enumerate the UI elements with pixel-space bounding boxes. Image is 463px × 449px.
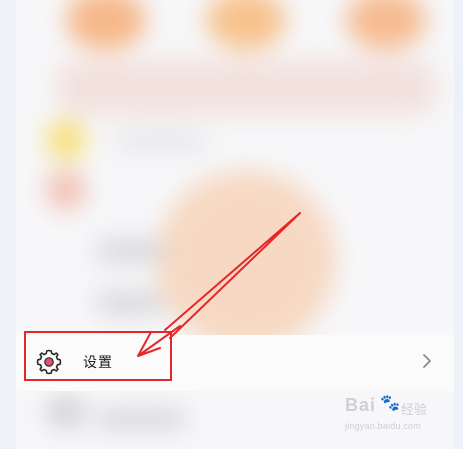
annotation-arrow xyxy=(137,212,301,357)
watermark-url: jingyan.baidu.com xyxy=(345,421,421,431)
watermark-sub: 经验 xyxy=(401,402,428,417)
watermark: Bai 🐾 经验 jingyan.baidu.com xyxy=(345,395,455,440)
paw-icon: 🐾 xyxy=(380,395,400,412)
watermark-brand: Bai xyxy=(345,395,377,415)
